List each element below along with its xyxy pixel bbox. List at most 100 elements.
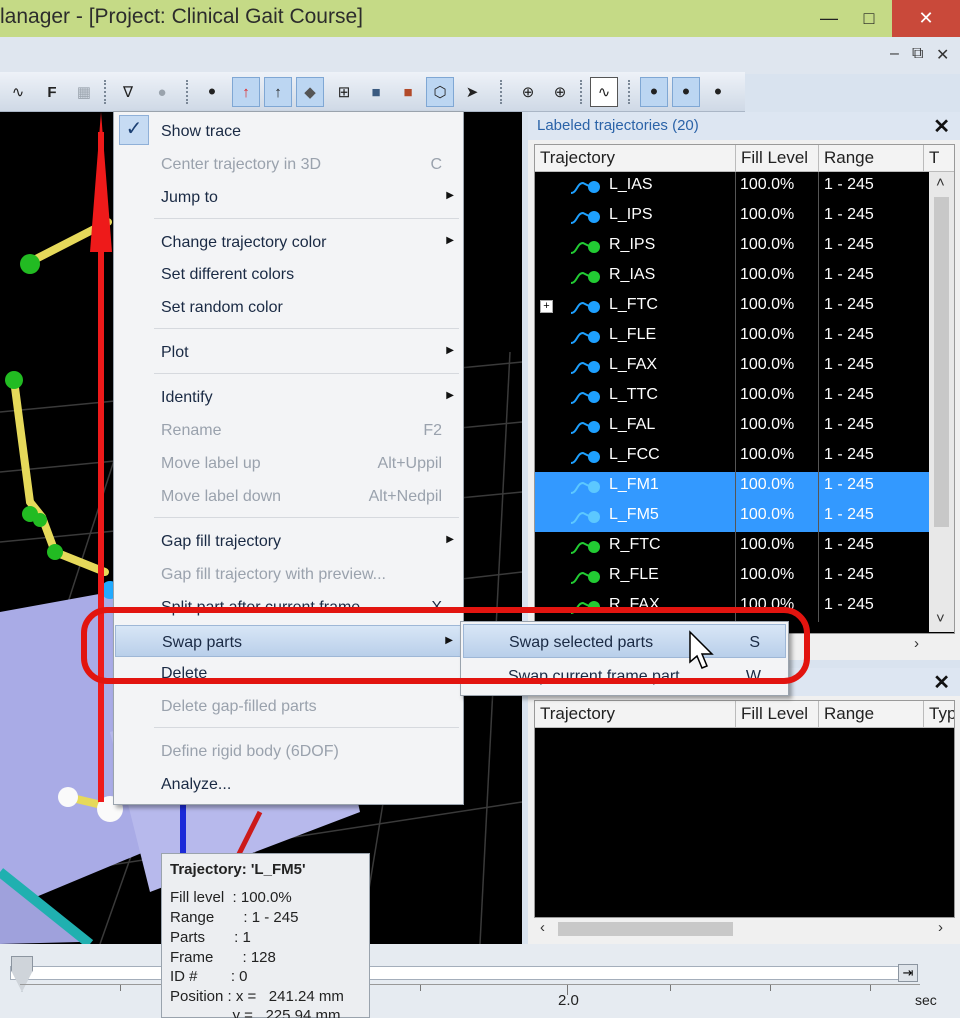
- cursor-icon[interactable]: ➤: [458, 77, 486, 107]
- column-header-fill-level[interactable]: Fill Level: [736, 701, 819, 728]
- table-row[interactable]: L_FM5 100.0% 1 - 245: [535, 502, 930, 532]
- column-header-type[interactable]: T: [924, 145, 954, 172]
- column-header-trajectory[interactable]: Trajectory: [535, 701, 736, 728]
- horizontal-scrollbar[interactable]: ‹ ›: [534, 918, 955, 940]
- menu-item-show-trace[interactable]: Show trace: [115, 115, 462, 147]
- submenu-arrow-icon: ▶: [446, 235, 454, 246]
- axis-icon[interactable]: ↑: [232, 77, 260, 107]
- range: 1 - 245: [824, 596, 874, 613]
- table-header: Trajectory Fill Level Range T: [535, 145, 954, 172]
- table-row[interactable]: L_FCC 100.0% 1 - 245: [535, 442, 930, 472]
- submenu-arrow-icon: ▶: [446, 190, 454, 201]
- menu-item-change-color[interactable]: Change trajectory color ▶: [115, 226, 462, 258]
- mdi-close-button[interactable]: ✕: [936, 45, 949, 65]
- fill-level: 100.0%: [740, 446, 795, 463]
- marker-trajectory-icon: [570, 361, 600, 374]
- labeled-marker-icon[interactable]: •: [640, 77, 668, 107]
- table-row[interactable]: L_FAL 100.0% 1 - 245: [535, 412, 930, 442]
- table-row[interactable]: R_IAS 100.0% 1 - 245: [535, 262, 930, 292]
- force-arrow-icon[interactable]: ↑: [264, 77, 292, 107]
- grid-small-icon[interactable]: ▦: [70, 77, 98, 107]
- marker-trajectory-icon: [570, 271, 600, 284]
- minimize-button[interactable]: —: [812, 0, 846, 37]
- trajectory-name: L_FAL: [609, 416, 656, 433]
- marker-trajectory-icon: [570, 391, 600, 404]
- marker-trajectory-icon: [570, 511, 600, 524]
- tooltip-title: Trajectory: 'L_FM5': [170, 861, 306, 878]
- fill-level: 100.0%: [740, 236, 795, 253]
- menu-item-random-color[interactable]: Set random color: [115, 291, 462, 323]
- column-header-type[interactable]: Typ: [924, 701, 954, 728]
- menu-item-rename: Rename F2: [161, 422, 442, 439]
- menu-item-different-colors[interactable]: Set different colors: [115, 258, 462, 290]
- rt-marker-icon[interactable]: ●: [148, 77, 176, 107]
- trace-icon[interactable]: ∿: [4, 77, 32, 107]
- plot-icon[interactable]: ∿: [590, 77, 618, 107]
- table-row[interactable]: R_FLE 100.0% 1 - 245: [535, 562, 930, 592]
- menu-item-move-label-up: Move label up Alt+Uppil: [161, 455, 442, 472]
- fill-level: 100.0%: [740, 356, 795, 373]
- trajectory-name: L_TTC: [609, 386, 658, 403]
- filter-icon[interactable]: ∇: [114, 77, 142, 107]
- menu-item-gap-fill[interactable]: Gap fill trajectory ▶: [115, 525, 462, 557]
- range: 1 - 245: [824, 386, 874, 403]
- expand-icon[interactable]: +: [540, 300, 553, 313]
- range: 1 - 245: [824, 236, 874, 253]
- cube-red-icon[interactable]: ■: [394, 77, 422, 107]
- range: 1 - 245: [824, 266, 874, 283]
- table-row[interactable]: L_TTC 100.0% 1 - 245: [535, 382, 930, 412]
- menu-item-plot[interactable]: Plot ▶: [115, 336, 462, 368]
- force-plate-icon[interactable]: ◆: [296, 77, 324, 107]
- range: 1 - 245: [824, 176, 874, 193]
- close-icon[interactable]: ✕: [933, 114, 950, 139]
- timeline-track[interactable]: [10, 966, 915, 980]
- scroll-right-icon[interactable]: ›: [938, 919, 943, 936]
- mdi-minimize-button[interactable]: –: [890, 45, 899, 63]
- column-header-range[interactable]: Range: [819, 701, 924, 728]
- scroll-thumb[interactable]: [934, 197, 949, 527]
- force-icon[interactable]: F: [38, 77, 66, 107]
- grid-icon[interactable]: ⊞: [330, 77, 358, 107]
- label-marker-icon[interactable]: •: [198, 77, 226, 107]
- timeline-ticks: [20, 984, 920, 995]
- table-row[interactable]: R_FTC 100.0% 1 - 245: [535, 532, 930, 562]
- crosshair-plus-icon[interactable]: ⊕: [546, 77, 574, 107]
- cube-blue-icon[interactable]: ■: [362, 77, 390, 107]
- table-row[interactable]: L_IAS 100.0% 1 - 245: [535, 172, 930, 202]
- column-header-fill-level[interactable]: Fill Level: [736, 145, 819, 172]
- table-row[interactable]: L_FLE 100.0% 1 - 245: [535, 322, 930, 352]
- menu-item-jump-to[interactable]: Jump to ▶: [115, 181, 462, 213]
- cube-outline-icon[interactable]: ⬡: [426, 77, 454, 107]
- window-title: lanager - [Project: Clinical Gait Course…: [0, 5, 363, 28]
- marker-trajectory-icon: [570, 571, 600, 584]
- table-row[interactable]: L_FM1 100.0% 1 - 245: [535, 472, 930, 502]
- table-row[interactable]: + L_FTC 100.0% 1 - 245: [535, 292, 930, 322]
- tooltip-frame: Frame : 128: [170, 949, 276, 966]
- scroll-down-icon[interactable]: ˅: [936, 610, 945, 627]
- scroll-left-icon[interactable]: ‹: [540, 919, 545, 936]
- maximize-button[interactable]: □: [852, 0, 886, 37]
- fill-level: 100.0%: [740, 566, 795, 583]
- close-icon[interactable]: ✕: [933, 670, 950, 695]
- unidentified-marker-icon[interactable]: •: [672, 77, 700, 107]
- table-row[interactable]: L_FAX 100.0% 1 - 245: [535, 352, 930, 382]
- scroll-up-icon[interactable]: ˄: [936, 174, 945, 191]
- column-header-range[interactable]: Range: [819, 145, 924, 172]
- menu-item-identify[interactable]: Identify ▶: [115, 381, 462, 413]
- crosshair-icon[interactable]: ⊕: [514, 77, 542, 107]
- vertical-scrollbar[interactable]: ˄ ˅: [929, 172, 954, 632]
- trajectory-name: L_FAX: [609, 356, 658, 373]
- table-row[interactable]: L_IPS 100.0% 1 - 245: [535, 202, 930, 232]
- mdi-restore-button[interactable]: ⧉: [912, 45, 923, 63]
- scroll-thumb[interactable]: [558, 922, 733, 936]
- range: 1 - 245: [824, 326, 874, 343]
- timeline-end-icon[interactable]: ⇥: [898, 964, 918, 982]
- column-header-trajectory[interactable]: Trajectory: [535, 145, 736, 172]
- menu-item-define-rigid-body: Define rigid body (6DOF): [161, 743, 339, 760]
- scroll-right-icon[interactable]: ›: [914, 635, 919, 652]
- close-button[interactable]: ✕: [892, 0, 960, 37]
- table-row[interactable]: R_IPS 100.0% 1 - 245: [535, 232, 930, 262]
- timeline[interactable]: ⇥ 2.0 sec: [0, 944, 960, 1018]
- discarded-marker-icon[interactable]: •: [704, 77, 732, 107]
- menu-item-analyze[interactable]: Analyze...: [115, 768, 462, 800]
